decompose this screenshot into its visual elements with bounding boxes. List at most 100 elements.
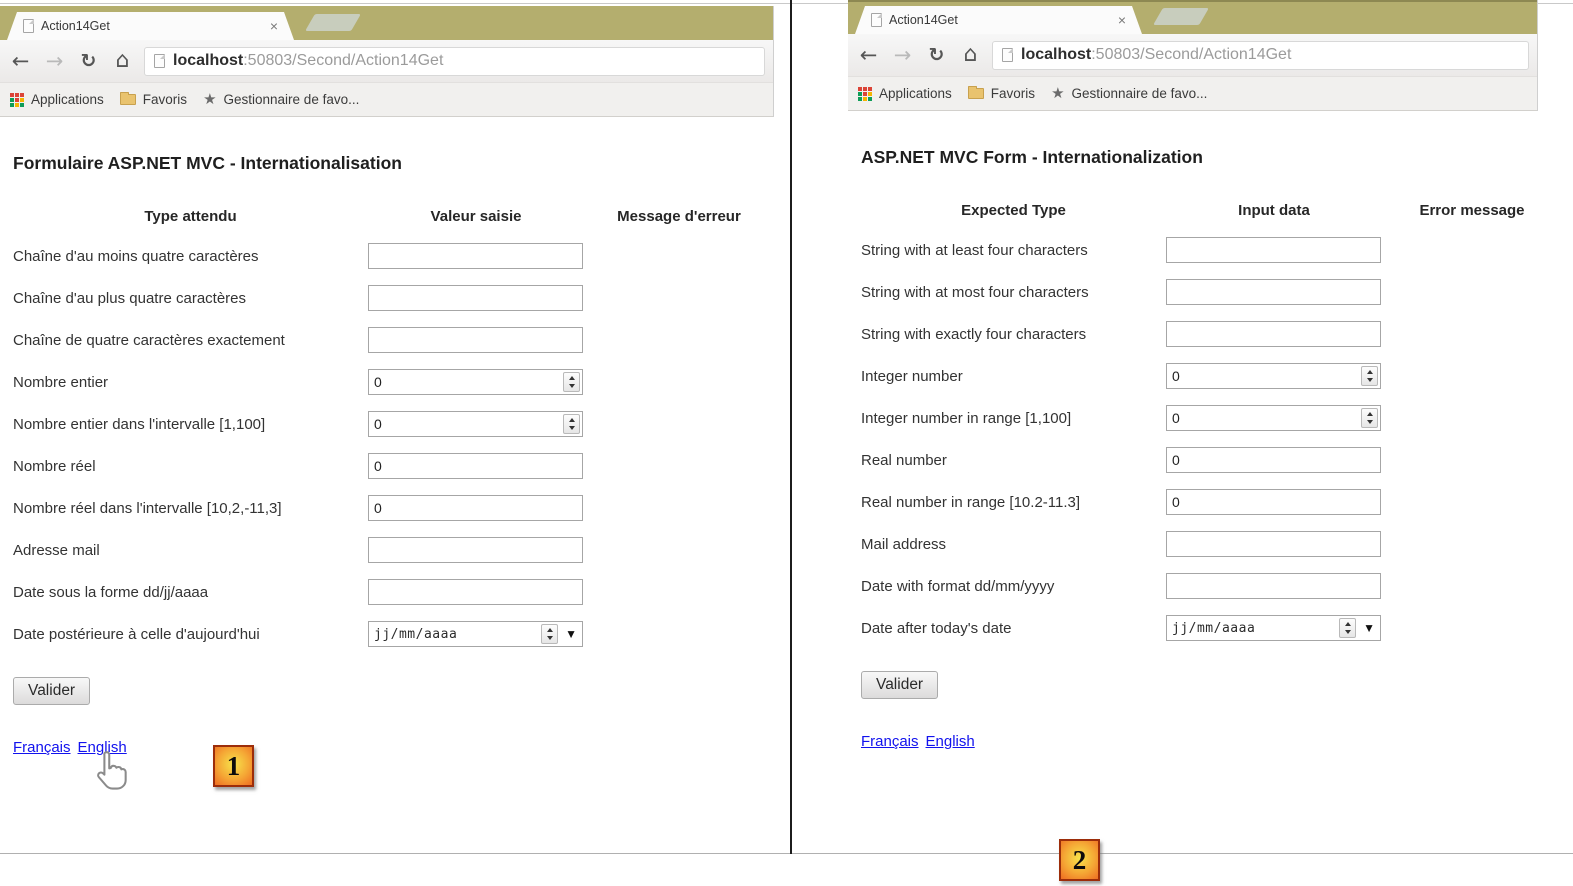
number-input[interactable]: 0: [1166, 405, 1381, 431]
window-divider-line: [790, 0, 792, 854]
bookmarks-bar: Applications Favoris ★ Gestionnaire de f…: [0, 83, 773, 117]
bookmark-applications[interactable]: Applications: [879, 86, 952, 101]
input-value: 0: [1172, 410, 1180, 426]
address-bar[interactable]: localhost:50803/Second/Action14Get: [992, 41, 1529, 70]
spinner-control[interactable]: [563, 372, 580, 392]
input-value: jj/mm/aaaa: [1172, 621, 1255, 636]
number-input[interactable]: 0: [1166, 363, 1381, 389]
spinner-up-icon[interactable]: [1367, 412, 1373, 416]
spinner-down-icon[interactable]: [547, 636, 553, 640]
spinner-down-icon[interactable]: [1367, 420, 1373, 424]
submit-button[interactable]: Valider: [861, 671, 938, 699]
input-cell: 0: [368, 453, 584, 479]
lang-link-english[interactable]: English: [926, 733, 975, 750]
browser-tab[interactable]: Action14Get ×: [855, 6, 1142, 34]
column-header-error: Error message: [1382, 202, 1562, 219]
date-input[interactable]: jj/mm/aaaa ▼: [1166, 615, 1381, 641]
spinner-control[interactable]: [1361, 366, 1378, 386]
spinner-down-icon[interactable]: [569, 426, 575, 430]
spinner-control[interactable]: [563, 414, 580, 434]
home-icon[interactable]: ⌂: [958, 44, 983, 66]
spinner-up-icon[interactable]: [569, 376, 575, 380]
new-tab-button[interactable]: [305, 14, 361, 31]
input-cell: 0: [1166, 489, 1382, 515]
text-input[interactable]: [368, 537, 583, 563]
url-host: localhost: [173, 52, 243, 69]
star-icon[interactable]: ★: [1051, 86, 1064, 101]
page-icon: [1002, 48, 1013, 62]
form-row: Mail address: [861, 523, 1538, 565]
lang-link-francais[interactable]: Français: [13, 739, 71, 756]
spinner-down-icon[interactable]: [1367, 378, 1373, 382]
back-icon[interactable]: ←: [8, 51, 33, 72]
spinner-control[interactable]: [1339, 618, 1356, 638]
form-row: String with exactly four characters: [861, 313, 1538, 355]
spinner-up-icon[interactable]: [1367, 370, 1373, 374]
spinner-down-icon[interactable]: [569, 384, 575, 388]
number-input[interactable]: 0: [368, 411, 583, 437]
bookmark-applications[interactable]: Applications: [31, 92, 104, 107]
spinner-control[interactable]: [1361, 408, 1378, 428]
text-input[interactable]: [1166, 573, 1381, 599]
text-input[interactable]: 0: [1166, 447, 1381, 473]
text-input[interactable]: [368, 327, 583, 353]
browser-window: Action14Get × ← → ↻ ⌂ localhost:50803/Se…: [848, 0, 1538, 853]
dropdown-caret-icon[interactable]: ▼: [1363, 622, 1375, 634]
text-input[interactable]: [1166, 237, 1381, 263]
text-input[interactable]: [1166, 279, 1381, 305]
form-row: Nombre entier dans l'intervalle [1,100] …: [13, 403, 774, 445]
table-headers: Type attendu Valeur saisie Message d'err…: [13, 208, 774, 225]
forward-icon[interactable]: →: [890, 45, 915, 66]
text-input[interactable]: [1166, 321, 1381, 347]
text-input[interactable]: 0: [1166, 489, 1381, 515]
text-input[interactable]: [1166, 531, 1381, 557]
input-value: jj/mm/aaaa: [374, 627, 457, 642]
spinner-up-icon[interactable]: [569, 418, 575, 422]
input-cell: [1166, 321, 1382, 347]
text-input[interactable]: [368, 285, 583, 311]
spinner-control[interactable]: [541, 624, 558, 644]
address-bar[interactable]: localhost:50803/Second/Action14Get: [144, 47, 765, 76]
reload-icon[interactable]: ↻: [76, 52, 101, 71]
bookmark-manager[interactable]: Gestionnaire de favo...: [224, 92, 360, 107]
dropdown-caret-icon[interactable]: ▼: [565, 628, 577, 640]
text-input[interactable]: [368, 243, 583, 269]
forward-icon[interactable]: →: [42, 51, 67, 72]
tab-title: Action14Get: [889, 13, 1118, 27]
tab-close-icon[interactable]: ×: [1118, 13, 1126, 27]
browser-tab[interactable]: Action14Get ×: [7, 12, 294, 40]
bookmark-manager[interactable]: Gestionnaire de favo...: [1072, 86, 1208, 101]
text-input[interactable]: 0: [368, 495, 583, 521]
date-input[interactable]: jj/mm/aaaa ▼: [368, 621, 583, 647]
lang-link-francais[interactable]: Français: [861, 733, 919, 750]
number-input[interactable]: 0: [368, 369, 583, 395]
input-value: 0: [1172, 368, 1180, 384]
folder-icon[interactable]: [968, 88, 984, 99]
spinner-down-icon[interactable]: [1345, 630, 1351, 634]
spinner-up-icon[interactable]: [547, 628, 553, 632]
star-icon[interactable]: ★: [203, 92, 216, 107]
input-value: 0: [1172, 452, 1180, 468]
submit-button[interactable]: Valider: [13, 677, 90, 705]
text-input[interactable]: [368, 579, 583, 605]
spinner-up-icon[interactable]: [1345, 622, 1351, 626]
back-icon[interactable]: ←: [856, 45, 881, 66]
bookmark-favoris[interactable]: Favoris: [991, 86, 1035, 101]
column-header-error: Message d'erreur: [584, 208, 774, 225]
reload-icon[interactable]: ↻: [924, 46, 949, 65]
column-header-type: Type attendu: [13, 208, 368, 225]
tab-close-icon[interactable]: ×: [270, 19, 278, 33]
input-cell: 0: [368, 411, 584, 437]
home-icon[interactable]: ⌂: [110, 50, 135, 72]
new-tab-button[interactable]: [1153, 8, 1209, 25]
table-headers: Expected Type Input data Error message: [861, 202, 1538, 219]
bookmark-favoris[interactable]: Favoris: [143, 92, 187, 107]
apps-grid-icon[interactable]: [858, 87, 872, 101]
page-title: Formulaire ASP.NET MVC - Internationalis…: [13, 153, 774, 174]
text-input[interactable]: 0: [368, 453, 583, 479]
tab-strip: Action14Get ×: [848, 0, 1537, 34]
input-value: 0: [374, 458, 382, 474]
field-label: Date after today's date: [861, 620, 1166, 637]
folder-icon[interactable]: [120, 94, 136, 105]
apps-grid-icon[interactable]: [10, 93, 24, 107]
